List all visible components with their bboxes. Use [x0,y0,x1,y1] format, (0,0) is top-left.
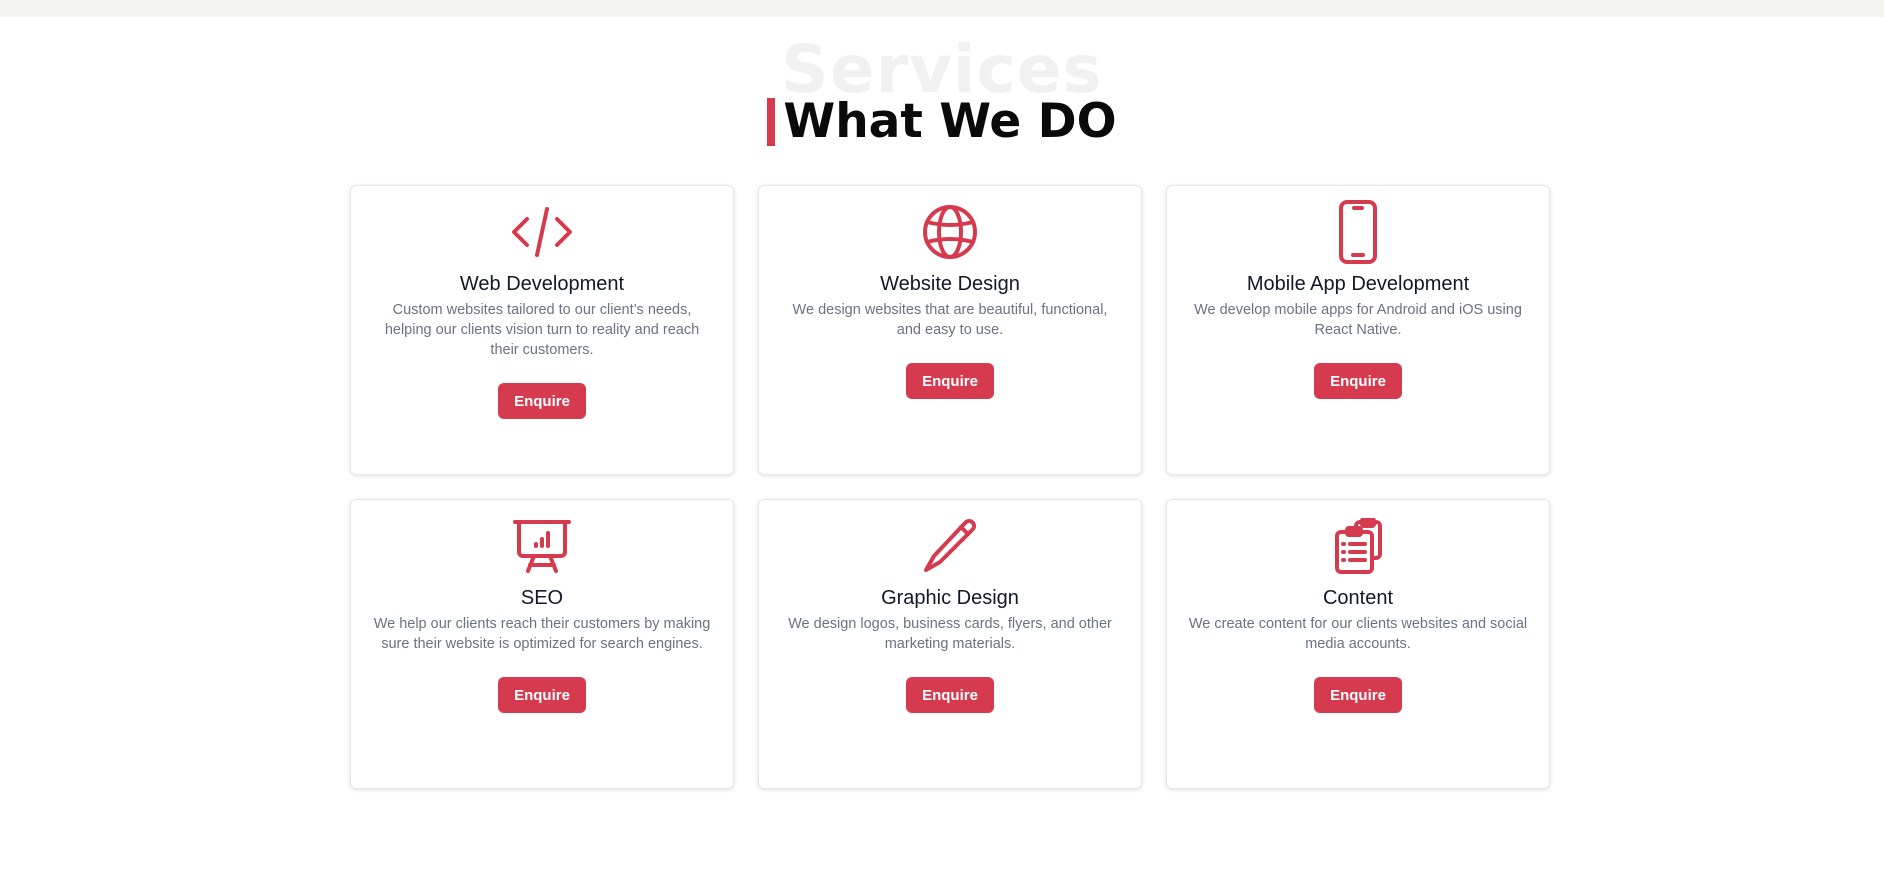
card-title: SEO [520,587,564,609]
card-title: Content [1322,587,1394,609]
pencil-icon [918,518,982,574]
card-title: Web Development [459,273,625,295]
service-card-seo: SEO We help our clients reach their cust… [350,499,734,789]
card-title: Mobile App Development [1246,273,1470,295]
clipboard-list-icon [1326,518,1390,574]
card-description: We develop mobile apps for Android and i… [1194,302,1522,338]
service-card-mobile-app-development: Mobile App Development We develop mobile… [1166,185,1550,475]
section-title: What We DO [783,94,1117,149]
presentation-chart-icon [510,518,574,574]
card-description: We create content for our clients websit… [1188,616,1528,652]
enquire-button[interactable]: Enquire [498,677,586,713]
title-accent-bar [767,98,776,146]
services-grid: Web Development Custom websites tailored… [350,185,1550,789]
globe-icon [918,204,982,260]
service-card-website-design: Website Design We design websites that a… [758,185,1142,475]
mobile-phone-icon [1326,200,1390,264]
enquire-button[interactable]: Enquire [906,677,994,713]
card-description: Custom websites tailored to our client’s… [384,302,700,358]
service-card-content: Content We create content for our client… [1166,499,1550,789]
card-description: We design logos, business cards, flyers,… [788,616,1112,652]
service-card-graphic-design: Graphic Design We design logos, business… [758,499,1142,789]
service-card-web-development: Web Development Custom websites tailored… [350,185,734,475]
code-icon [510,204,574,260]
card-title: Website Design [880,273,1020,295]
title-row: What We DO [0,94,1884,150]
top-bar [0,0,1884,17]
section-heading: Services What We DO [0,30,1884,150]
enquire-button[interactable]: Enquire [1314,363,1402,399]
card-description: We help our clients reach their customer… [373,616,711,652]
enquire-button[interactable]: Enquire [906,363,994,399]
enquire-button[interactable]: Enquire [1314,677,1402,713]
card-title: Graphic Design [881,587,1019,609]
enquire-button[interactable]: Enquire [498,383,586,419]
card-description: We design websites that are beautiful, f… [792,302,1108,338]
